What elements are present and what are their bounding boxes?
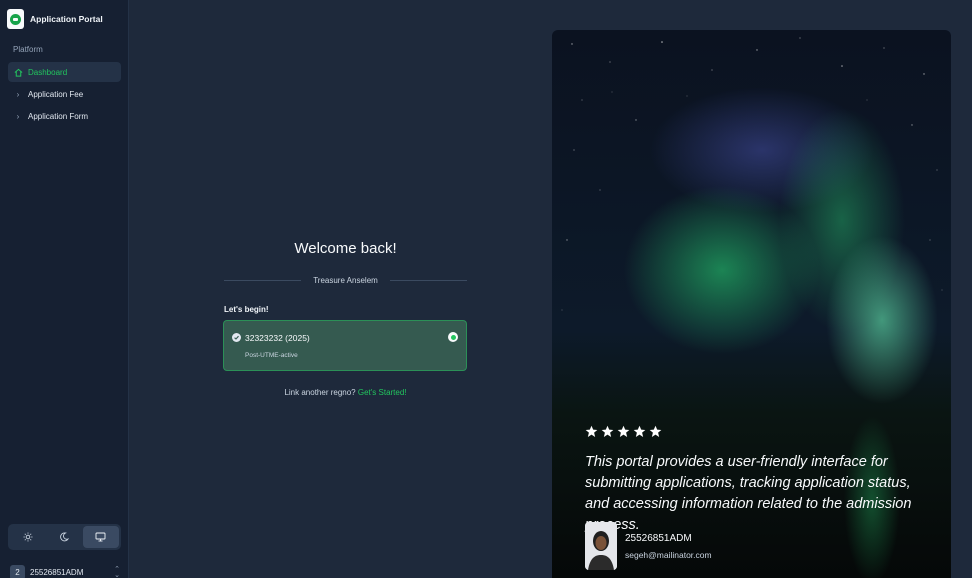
get-started-link[interactable]: Get's Started! — [358, 388, 407, 397]
regno-value: 32323232 (2025) — [245, 333, 310, 343]
radio-selected-icon[interactable] — [448, 332, 458, 342]
moon-icon — [60, 532, 70, 542]
app-logo-icon — [7, 9, 24, 29]
brand-title: Application Portal — [30, 14, 103, 24]
theme-dark-button[interactable] — [46, 526, 82, 548]
divider-line — [224, 280, 302, 281]
author-name: 25526851ADM — [625, 532, 692, 544]
hero-image-panel: This portal provides a user-friendly int… — [552, 30, 951, 578]
divider-line — [389, 280, 467, 281]
link-prompt: Link another regno? — [284, 388, 356, 397]
star-rating — [585, 425, 662, 438]
sun-icon — [23, 532, 33, 542]
theme-system-button[interactable] — [82, 526, 119, 548]
lets-begin-label: Let's begin! — [224, 305, 269, 314]
star-icon — [585, 425, 598, 437]
user-id: 25526851ADM — [30, 568, 84, 577]
regno-card[interactable]: 32323232 (2025) Post-UTME-active — [223, 320, 467, 371]
chevron-right-icon: › — [16, 89, 20, 99]
user-name: Treasure Anselem — [313, 276, 378, 285]
author-avatar — [585, 522, 617, 570]
page-title: Welcome back! — [294, 240, 397, 257]
home-icon — [8, 68, 28, 77]
star-icon — [617, 425, 630, 437]
user-name-divider: Treasure Anselem — [224, 276, 467, 285]
regno-status: Post-UTME-active — [245, 352, 298, 359]
check-circle-icon — [232, 333, 241, 342]
testimonial-author: 25526851ADM segeh@mailinator.com — [585, 522, 712, 570]
star-icon — [633, 425, 646, 437]
link-regno-row: Link another regno? Get's Started! — [224, 388, 467, 397]
user-menu[interactable]: 2 25526851ADM ⌃ ⌄ — [10, 565, 120, 578]
section-label-platform: Platform — [13, 45, 43, 54]
chevrons-up-down-icon: ⌃ ⌄ — [114, 565, 120, 578]
sidebar-item-label: Application Fee — [28, 89, 84, 99]
sidebar-item-application-fee[interactable]: › Application Fee — [8, 84, 121, 104]
sidebar-item-label: Dashboard — [28, 67, 68, 77]
monitor-icon — [95, 532, 106, 542]
author-email: segeh@mailinator.com — [625, 549, 712, 560]
theme-switcher — [8, 524, 121, 550]
sidebar-item-application-form[interactable]: › Application Form — [8, 106, 121, 126]
sidebar: Application Portal Platform Dashboard › … — [0, 0, 129, 578]
brand[interactable]: Application Portal — [7, 9, 103, 29]
avatar: 2 — [10, 565, 25, 578]
sidebar-item-dashboard[interactable]: Dashboard — [8, 62, 121, 82]
theme-light-button[interactable] — [10, 526, 46, 548]
star-icon — [649, 425, 662, 437]
star-icon — [601, 425, 614, 437]
sidebar-item-label: Application Form — [28, 111, 89, 121]
chevron-right-icon: › — [16, 111, 20, 121]
